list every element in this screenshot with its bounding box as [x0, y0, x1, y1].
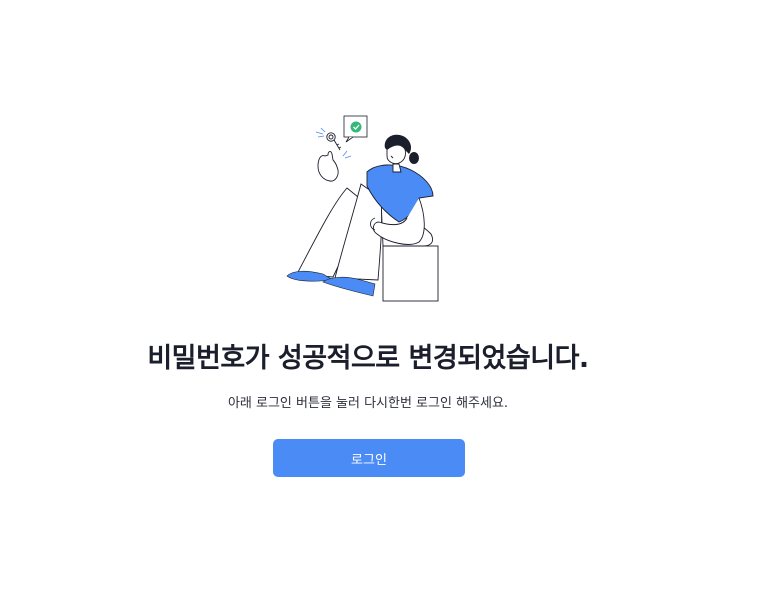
check-bubble-icon: [343, 115, 368, 143]
password-changed-page: 비밀번호가 성공적으로 변경되었습니다. 아래 로그인 버튼을 눌러 다시한번 …: [0, 0, 770, 590]
login-button[interactable]: 로그인: [273, 439, 465, 477]
page-title: 비밀번호가 성공적으로 변경되었습니다.: [147, 343, 589, 374]
person-sitting-with-key-illustration: [286, 115, 439, 302]
instruction-text: 아래 로그인 버튼을 눌러 다시한번 로그인 해주세요.: [227, 396, 509, 411]
